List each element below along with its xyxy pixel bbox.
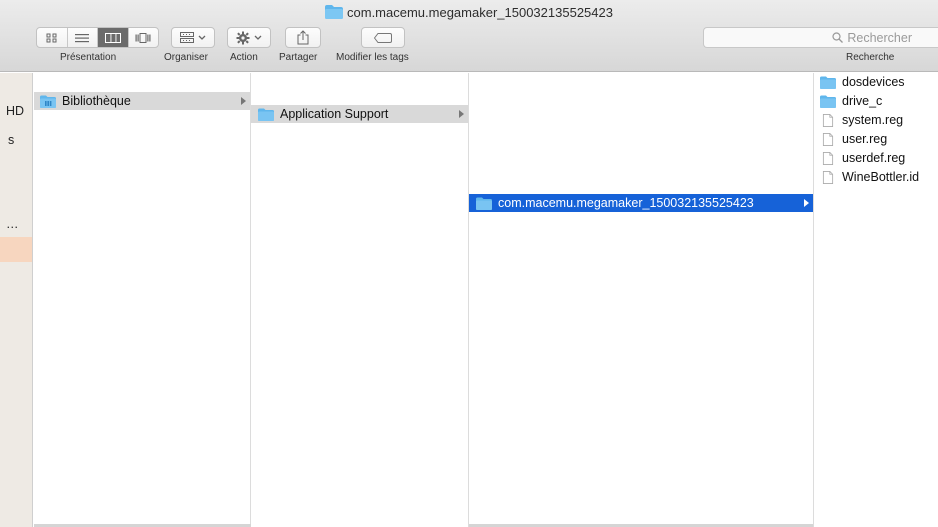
tags-label: Modifier les tags bbox=[336, 52, 409, 63]
tag-icon bbox=[374, 32, 392, 43]
column-4: dosdevices drive_c system.reg user.reg u… bbox=[814, 73, 938, 527]
list-item-bibliotheque[interactable]: Bibliothèque bbox=[34, 92, 250, 110]
search-field[interactable]: Rechercher bbox=[703, 27, 938, 48]
list-item-label: drive_c bbox=[842, 94, 883, 108]
document-icon bbox=[822, 151, 834, 165]
search-placeholder: Rechercher bbox=[847, 30, 912, 45]
list-item-userdef-reg[interactable]: userdef.reg bbox=[814, 149, 938, 167]
cover-flow-view-button[interactable] bbox=[129, 28, 159, 47]
document-icon bbox=[822, 132, 834, 146]
share-icon bbox=[297, 30, 309, 45]
presentation-label: Présentation bbox=[60, 52, 117, 63]
view-mode-segmented-control[interactable] bbox=[36, 27, 159, 48]
list-item-label: userdef.reg bbox=[842, 151, 906, 165]
folder-icon bbox=[820, 76, 836, 89]
sidebar-item-s[interactable]: s bbox=[8, 133, 14, 147]
icon-view-icon bbox=[46, 33, 57, 42]
disclosure-arrow-icon bbox=[459, 110, 464, 118]
sidebar-item-ellipsis[interactable]: … bbox=[6, 217, 19, 231]
organiser-label: Organiser bbox=[164, 52, 208, 63]
search-icon bbox=[832, 32, 844, 43]
list-item-application-support[interactable]: Application Support bbox=[251, 105, 468, 123]
chevron-down-icon bbox=[254, 35, 262, 40]
list-item-drive-c[interactable]: drive_c bbox=[814, 92, 938, 110]
list-item-label: com.macemu.megamaker_150032135525423 bbox=[498, 196, 754, 210]
list-view-button[interactable] bbox=[68, 28, 98, 47]
icon-view-button[interactable] bbox=[37, 28, 68, 47]
column-view-button[interactable] bbox=[98, 28, 129, 47]
list-item-com-macemu-megamaker[interactable]: com.macemu.megamaker_150032135525423 bbox=[469, 194, 813, 212]
window-toolbar: com.macemu.megamaker_150032135525423 Pré… bbox=[0, 0, 938, 72]
share-button[interactable] bbox=[285, 27, 321, 48]
gear-icon bbox=[236, 31, 250, 44]
partager-label: Partager bbox=[279, 52, 318, 63]
list-view-icon bbox=[75, 33, 90, 42]
disclosure-arrow-icon bbox=[241, 97, 246, 105]
list-item-system-reg[interactable]: system.reg bbox=[814, 111, 938, 129]
edit-tags-button[interactable] bbox=[361, 27, 405, 48]
window-title: com.macemu.megamaker_150032135525423 bbox=[0, 5, 938, 20]
column-2: Application Support bbox=[251, 73, 469, 527]
list-item-label: user.reg bbox=[842, 132, 888, 146]
list-item-label: Bibliothèque bbox=[62, 94, 131, 108]
folder-icon bbox=[820, 95, 836, 108]
document-icon bbox=[822, 113, 834, 127]
list-item-label: dosdevices bbox=[842, 75, 905, 89]
list-item-user-reg[interactable]: user.reg bbox=[814, 130, 938, 148]
list-item-winebottler-id[interactable]: WineBottler.id bbox=[814, 168, 938, 186]
window-title-text: com.macemu.megamaker_150032135525423 bbox=[347, 5, 613, 20]
sidebar: HD s … bbox=[0, 73, 33, 527]
library-folder-icon bbox=[40, 95, 56, 108]
chevron-down-icon bbox=[198, 35, 206, 40]
sidebar-item-hd[interactable]: HD bbox=[6, 104, 24, 118]
document-icon bbox=[822, 170, 834, 184]
disclosure-arrow-icon bbox=[804, 199, 809, 207]
action-label: Action bbox=[230, 52, 258, 63]
list-item-label: Application Support bbox=[280, 107, 389, 121]
column-view-icon bbox=[104, 32, 121, 43]
list-item-label: system.reg bbox=[842, 113, 904, 127]
search-label: Recherche bbox=[846, 52, 895, 63]
folder-icon bbox=[258, 108, 274, 121]
list-item-dosdevices[interactable]: dosdevices bbox=[814, 73, 938, 91]
cover-flow-icon bbox=[135, 32, 151, 43]
column-1: Bibliothèque bbox=[34, 73, 256, 527]
column-3: com.macemu.megamaker_150032135525423 bbox=[469, 73, 814, 527]
list-item-label: WineBottler.id bbox=[842, 170, 920, 184]
action-button[interactable] bbox=[227, 27, 271, 48]
folder-icon bbox=[476, 197, 492, 210]
folder-icon bbox=[325, 5, 344, 19]
arrange-icon bbox=[180, 32, 194, 43]
sidebar-selected-item[interactable] bbox=[0, 237, 32, 262]
arrange-button[interactable] bbox=[171, 27, 215, 48]
